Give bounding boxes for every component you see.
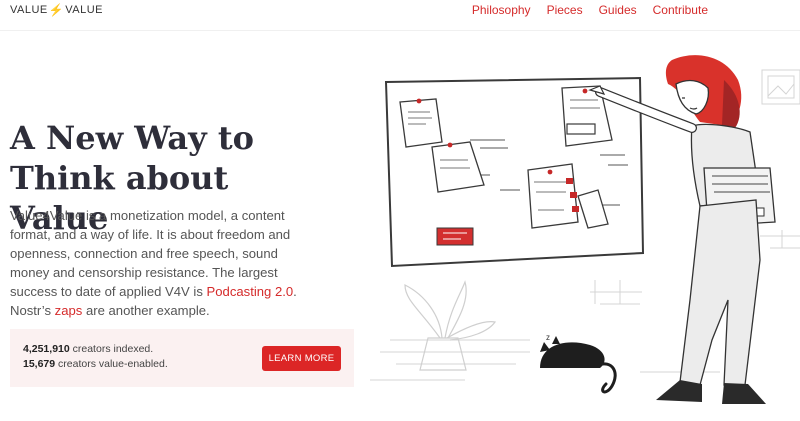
cat-figure: z — [540, 333, 617, 394]
hero-title-line-1: A New Way to — [10, 119, 255, 157]
intro-paragraph: Value4Value is a monetization model, a c… — [10, 207, 300, 320]
nav-link-pieces[interactable]: Pieces — [547, 3, 583, 17]
stats-callout: 4,251,910 creators indexed. 15,679 creat… — [10, 329, 354, 387]
main-nav: Philosophy Pieces Guides Contribute — [472, 3, 708, 17]
learn-more-button[interactable]: LEARN MORE — [262, 346, 341, 371]
stat-enabled: 15,679 creators value-enabled. — [23, 357, 168, 372]
zaps-link[interactable]: zaps — [55, 303, 83, 318]
stat-enabled-count: 15,679 — [23, 358, 56, 370]
stat-indexed-count: 4,251,910 — [23, 343, 70, 355]
pinboard — [384, 76, 645, 268]
lightning-bolt-icon: ⚡ — [48, 3, 65, 17]
stat-indexed-label: creators indexed. — [69, 343, 154, 355]
stat-enabled-label: creators value-enabled. — [55, 358, 168, 370]
logo-text-right: VALUE — [65, 4, 103, 16]
site-logo[interactable]: VALUE ⚡ VALUE — [10, 2, 103, 18]
intro-text-3: are another example. — [82, 302, 210, 318]
nav-link-philosophy[interactable]: Philosophy — [472, 3, 531, 17]
plant-sketch — [404, 280, 497, 371]
nav-link-guides[interactable]: Guides — [599, 3, 637, 17]
podcasting-link[interactable]: Podcasting 2.0 — [207, 284, 294, 299]
hero-illustration: z — [370, 55, 800, 404]
stat-indexed: 4,251,910 creators indexed. — [23, 342, 168, 357]
svg-text:z: z — [546, 333, 550, 342]
nav-link-contribute[interactable]: Contribute — [653, 3, 708, 17]
top-navigation-bar: VALUE ⚡ VALUE Philosophy Pieces Guides C… — [0, 0, 800, 31]
logo-text-left: VALUE — [10, 4, 48, 16]
stats-text: 4,251,910 creators indexed. 15,679 creat… — [23, 342, 168, 372]
